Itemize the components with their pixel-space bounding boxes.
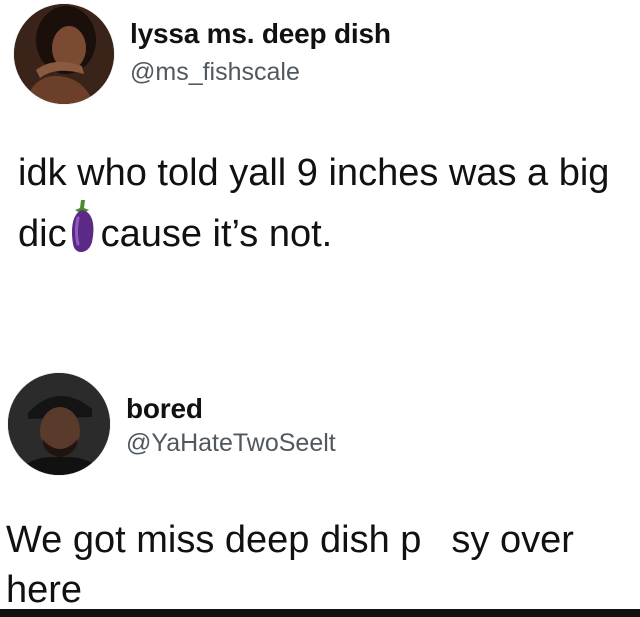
profile-photo-icon xyxy=(14,4,114,104)
tweet-original: lyssa ms. deep dish @ms_fishscale idk wh… xyxy=(0,0,640,330)
tweet-text: idk who told yall 9 inches was a big dic… xyxy=(18,148,638,271)
tweet-reply: bored @YaHateTwoSeelt We got miss deep d… xyxy=(0,365,640,617)
tweet-text-line-2: dic cause it’s not. xyxy=(18,198,638,271)
eggplant-emoji-icon xyxy=(67,198,97,271)
username-handle[interactable]: @YaHateTwoSeelt xyxy=(126,429,336,458)
username-handle[interactable]: @ms_fishscale xyxy=(130,58,300,87)
display-name[interactable]: bored xyxy=(126,393,203,425)
display-name[interactable]: lyssa ms. deep dish xyxy=(130,18,391,50)
tweet-text-line-2: here xyxy=(6,569,83,611)
tweet-text: We got miss deep dish p sy over here xyxy=(6,515,636,615)
tweet-text-fragment: We got miss deep dish p xyxy=(6,519,422,561)
tweet-text-fragment: dic xyxy=(18,213,67,255)
profile-photo-icon xyxy=(8,373,110,475)
tweet-text-fragment: cause it’s not. xyxy=(100,213,333,255)
tweet-text-line-1: idk who told yall 9 inches was a big xyxy=(18,152,610,194)
bottom-bar xyxy=(0,609,640,617)
avatar[interactable] xyxy=(14,4,114,104)
avatar[interactable] xyxy=(8,373,110,475)
tweet-text-line-1: We got miss deep dish p sy over xyxy=(6,515,636,565)
tweet-text-fragment: sy over xyxy=(451,519,574,561)
